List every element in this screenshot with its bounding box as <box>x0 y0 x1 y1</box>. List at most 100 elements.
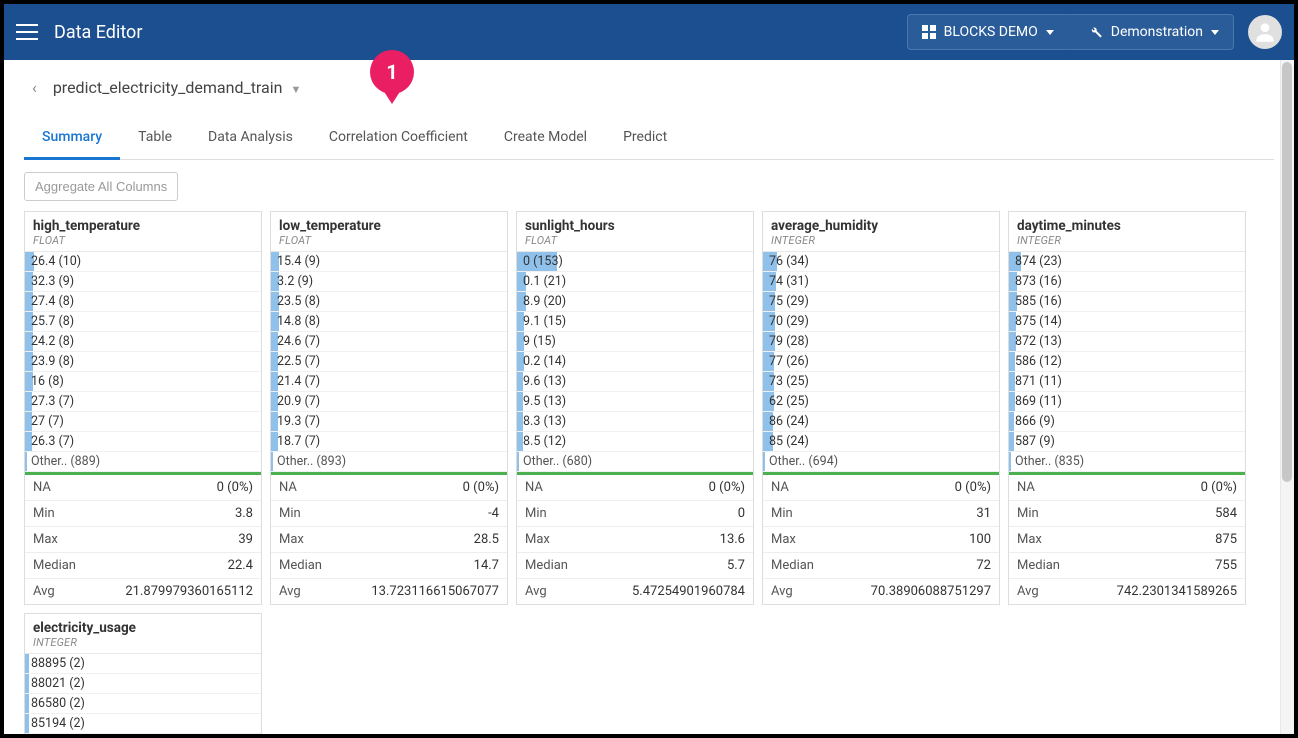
stat-label: Median <box>279 558 322 573</box>
histogram-row[interactable]: 0.2 (14) <box>517 352 753 372</box>
histogram-other-row[interactable]: Other.. (889) <box>25 452 261 472</box>
histogram-row[interactable]: 86580 (2) <box>25 694 261 714</box>
histogram-row[interactable]: 586 (12) <box>1009 352 1245 372</box>
histogram-row[interactable]: 62 (25) <box>763 392 999 412</box>
aggregate-all-columns-button[interactable]: Aggregate All Columns <box>24 172 178 201</box>
histogram-row[interactable]: 0 (153) <box>517 252 753 272</box>
vertical-scrollbar[interactable] <box>1280 60 1294 734</box>
histogram-row[interactable]: 73 (25) <box>763 372 999 392</box>
histogram-row[interactable]: 15.4 (9) <box>271 252 507 272</box>
stat-row: Avg70.38906088751297 <box>763 579 999 604</box>
histogram-row[interactable]: 25.7 (8) <box>25 312 261 332</box>
stat-value: -4 <box>488 506 499 521</box>
histogram-other-row[interactable]: Other.. (680) <box>517 452 753 472</box>
histogram-row[interactable]: 85 (24) <box>763 432 999 452</box>
stat-row: Min -4 <box>271 501 507 527</box>
histogram-row[interactable]: 75 (29) <box>763 292 999 312</box>
stat-value: 755 <box>1215 558 1237 573</box>
column-type: FLOAT <box>279 234 499 247</box>
histogram-row[interactable]: 76 (34) <box>763 252 999 272</box>
histogram-row[interactable]: 77 (26) <box>763 352 999 372</box>
histogram-row[interactable]: 88895 (2) <box>25 654 261 674</box>
tab-predict[interactable]: Predict <box>605 119 685 159</box>
tab-data-analysis[interactable]: Data Analysis <box>190 119 311 159</box>
histogram-row[interactable]: 9.5 (13) <box>517 392 753 412</box>
histogram-row[interactable]: 32.3 (9) <box>25 272 261 292</box>
histogram-row[interactable]: 74 (31) <box>763 272 999 292</box>
histogram-row[interactable]: 16 (8) <box>25 372 261 392</box>
stat-label: Min <box>279 506 301 521</box>
stat-row: Median5.7 <box>517 553 753 579</box>
back-chevron-icon[interactable]: ‹ <box>26 74 43 101</box>
caret-down-icon: ▼ <box>290 83 301 96</box>
project-pill[interactable]: BLOCKS DEMO <box>907 14 1069 50</box>
histogram-row[interactable]: 27.3 (7) <box>25 392 261 412</box>
histogram-row[interactable]: 9 (15) <box>517 332 753 352</box>
scrollbar-thumb[interactable] <box>1282 62 1292 482</box>
tab-table[interactable]: Table <box>120 119 190 159</box>
histogram-row[interactable]: 20.9 (7) <box>271 392 507 412</box>
stat-row: Max28.5 <box>271 527 507 553</box>
column-card: sunlight_hoursFLOAT0 (153)0.1 (21)8.9 (2… <box>516 211 754 605</box>
histogram-row[interactable]: 9.1 (15) <box>517 312 753 332</box>
stat-label: Avg <box>1017 584 1039 599</box>
histogram-row[interactable]: 70 (29) <box>763 312 999 332</box>
histogram-row[interactable]: 24.6 (7) <box>271 332 507 352</box>
stat-row: Avg5.47254901960784 <box>517 579 753 604</box>
histogram-other-row[interactable]: Other.. (694) <box>763 452 999 472</box>
histogram-row[interactable]: 873 (16) <box>1009 272 1245 292</box>
stat-label: Min <box>1017 506 1039 521</box>
histogram-row[interactable]: 23.9 (8) <box>25 352 261 372</box>
histogram-row[interactable]: 86 (24) <box>763 412 999 432</box>
histogram-row[interactable]: 9.6 (13) <box>517 372 753 392</box>
tab-create-model[interactable]: Create Model <box>486 119 605 159</box>
histogram-row[interactable]: 24.2 (8) <box>25 332 261 352</box>
histogram-row[interactable]: 79 (28) <box>763 332 999 352</box>
histogram-row[interactable]: 869 (11) <box>1009 392 1245 412</box>
histogram-row[interactable]: 22.5 (7) <box>271 352 507 372</box>
stat-label: Max <box>279 532 304 547</box>
histogram-row[interactable]: 8.3 (13) <box>517 412 753 432</box>
tab-summary[interactable]: Summary <box>24 119 120 160</box>
stat-value: 875 <box>1215 532 1237 547</box>
histogram-row[interactable]: 19.3 (7) <box>271 412 507 432</box>
histogram-row[interactable]: 8.5 (12) <box>517 432 753 452</box>
histogram-row[interactable]: 23.5 (8) <box>271 292 507 312</box>
histogram-row[interactable]: 0.1 (21) <box>517 272 753 292</box>
histogram-row[interactable]: 871 (11) <box>1009 372 1245 392</box>
column-type: INTEGER <box>1017 234 1237 247</box>
histogram-row[interactable]: 27 (7) <box>25 412 261 432</box>
stat-label: Avg <box>771 584 793 599</box>
histogram-row[interactable]: 85194 (2) <box>25 714 261 734</box>
stat-row: Median14.7 <box>271 553 507 579</box>
environment-pill[interactable]: Demonstration <box>1068 14 1234 50</box>
histogram-other-row[interactable]: Other.. (893) <box>271 452 507 472</box>
histogram-row[interactable]: 872 (13) <box>1009 332 1245 352</box>
menu-icon[interactable] <box>16 24 38 40</box>
histogram-row[interactable]: 587 (9) <box>1009 432 1245 452</box>
stat-label: NA <box>279 480 297 495</box>
stat-row: Max875 <box>1009 527 1245 553</box>
stat-value: 0 (0%) <box>217 480 253 495</box>
histogram-row[interactable]: 875 (14) <box>1009 312 1245 332</box>
tab-correlation-coefficient[interactable]: Correlation Coefficient <box>311 119 486 159</box>
user-avatar[interactable] <box>1248 15 1282 49</box>
histogram-row[interactable]: 866 (9) <box>1009 412 1245 432</box>
histogram-row[interactable]: 8.9 (20) <box>517 292 753 312</box>
stats-block: NA0 (0%)Min0Max13.6Median5.7Avg5.4725490… <box>517 475 753 604</box>
histogram-row[interactable]: 21.4 (7) <box>271 372 507 392</box>
histogram-row[interactable]: 3.2 (9) <box>271 272 507 292</box>
histogram-row[interactable]: 18.7 (7) <box>271 432 507 452</box>
histogram-row[interactable]: 88021 (2) <box>25 674 261 694</box>
histogram-row[interactable]: 26.4 (10) <box>25 252 261 272</box>
stat-value: 21.879979360165112 <box>125 584 253 599</box>
stat-row: Avg13.723116615067077 <box>271 579 507 604</box>
histogram-row[interactable]: 26.3 (7) <box>25 432 261 452</box>
dataset-name[interactable]: predict_electricity_demand_train ▼ <box>53 78 302 97</box>
histogram-row[interactable]: 77015 (2) <box>25 734 261 738</box>
histogram-other-row[interactable]: Other.. (835) <box>1009 452 1245 472</box>
histogram-row[interactable]: 585 (16) <box>1009 292 1245 312</box>
histogram-row[interactable]: 874 (23) <box>1009 252 1245 272</box>
histogram-row[interactable]: 27.4 (8) <box>25 292 261 312</box>
histogram-row[interactable]: 14.8 (8) <box>271 312 507 332</box>
